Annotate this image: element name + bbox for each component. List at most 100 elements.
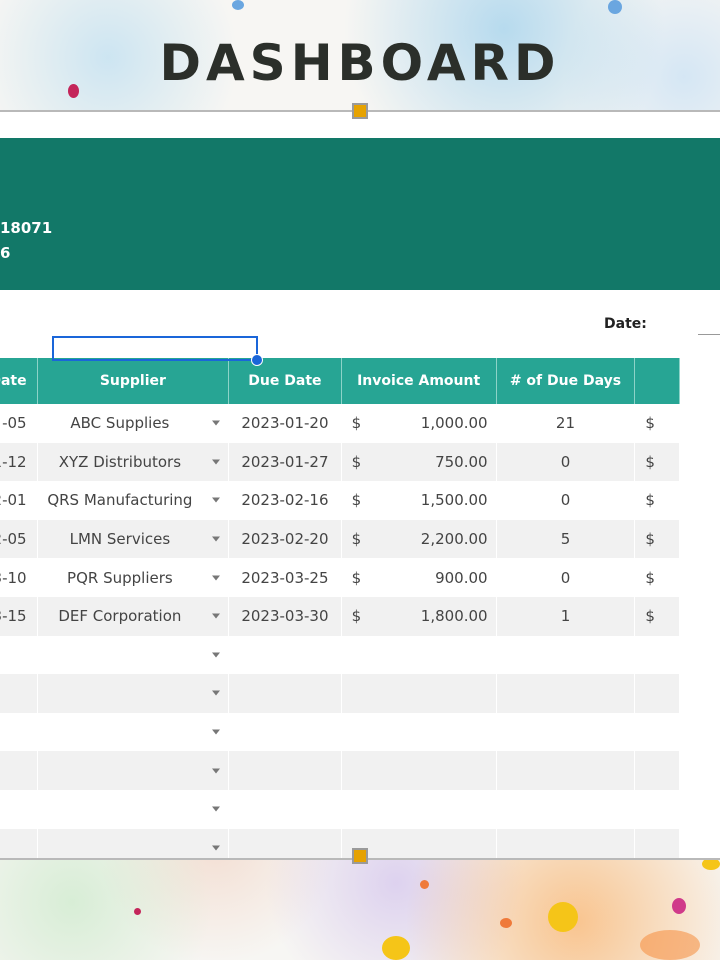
cell-supplier[interactable] — [37, 828, 230, 858]
cell-supplier[interactable] — [37, 635, 230, 675]
cell-date[interactable]: 2-01 — [0, 481, 38, 520]
cell-date[interactable] — [0, 674, 38, 713]
cell-due-days[interactable] — [496, 635, 636, 675]
column-header-supplier[interactable]: Supplier — [37, 358, 230, 404]
cell-due-days[interactable]: 21 — [496, 404, 636, 443]
spreadsheet-embed[interactable]: 18071 6 Date: Date Supplier Due Date Inv… — [0, 110, 720, 860]
cell-extra[interactable] — [634, 751, 680, 790]
selection-fill-handle[interactable] — [251, 354, 263, 366]
cell-due-date[interactable] — [228, 751, 342, 790]
cell-due-days[interactable]: 0 — [496, 558, 636, 597]
cell-extra[interactable] — [634, 635, 680, 675]
cell-extra[interactable]: $ — [634, 404, 680, 443]
chevron-down-icon[interactable] — [212, 613, 221, 619]
chevron-down-icon[interactable] — [212, 845, 221, 851]
cell-due-date[interactable]: 2023-01-20 — [228, 404, 342, 443]
cell-date-value: 1-12 — [0, 452, 27, 471]
column-header-invoice-amount[interactable]: Invoice Amount — [341, 358, 497, 404]
cell-supplier[interactable] — [37, 712, 230, 752]
cell-extra[interactable] — [634, 828, 680, 858]
paint-splat — [500, 918, 512, 928]
cell-extra[interactable]: $ — [634, 442, 680, 482]
cell-due-days[interactable]: 0 — [496, 442, 636, 482]
table-row: 1-12 XYZ Distributors 2023-01-27 $750.00 0 $ — [0, 442, 680, 482]
cell-invoice-amount[interactable] — [341, 789, 497, 829]
cell-due-date[interactable] — [228, 674, 342, 713]
cell-invoice-amount[interactable] — [341, 712, 497, 752]
cell-due-days[interactable] — [496, 751, 636, 790]
cell-due-date[interactable] — [228, 712, 342, 752]
chevron-down-icon[interactable] — [212, 806, 221, 812]
cell-due-days[interactable] — [496, 828, 636, 858]
cell-invoice-amount[interactable] — [341, 674, 497, 713]
cell-supplier[interactable] — [37, 789, 230, 829]
cell-supplier[interactable]: QRS Manufacturing — [37, 481, 230, 520]
cell-date[interactable] — [0, 789, 38, 829]
cell-supplier[interactable] — [37, 751, 230, 790]
cell-date[interactable] — [0, 751, 38, 790]
cell-due-days[interactable] — [496, 712, 636, 752]
currency-symbol: $ — [351, 452, 362, 471]
cell-invoice-amount[interactable] — [341, 751, 497, 790]
cell-extra[interactable] — [634, 674, 680, 713]
cell-date[interactable] — [0, 635, 38, 675]
cell-extra[interactable]: $ — [634, 558, 680, 597]
resize-handle-bottom[interactable] — [352, 848, 368, 864]
chevron-down-icon[interactable] — [212, 459, 221, 465]
cell-due-date[interactable] — [228, 828, 342, 858]
chevron-down-icon[interactable] — [212, 768, 221, 774]
chevron-down-icon[interactable] — [212, 729, 221, 735]
selected-cell[interactable] — [52, 336, 258, 361]
cell-invoice-amount[interactable]: $900.00 — [341, 558, 497, 597]
column-header-extra[interactable] — [634, 358, 680, 404]
cell-due-date[interactable] — [228, 635, 342, 675]
cell-date[interactable]: 1-12 — [0, 442, 38, 482]
cell-due-days[interactable]: 0 — [496, 481, 636, 520]
cell-invoice-amount[interactable]: $1,800.00 — [341, 596, 497, 636]
cell-due-date[interactable]: 2023-03-25 — [228, 558, 342, 597]
cell-date[interactable]: 2-05 — [0, 519, 38, 559]
cell-extra[interactable]: $ — [634, 519, 680, 559]
chevron-down-icon[interactable] — [212, 575, 221, 581]
cell-extra[interactable]: $ — [634, 481, 680, 520]
cell-supplier[interactable] — [37, 674, 230, 713]
cell-due-date[interactable] — [228, 789, 342, 829]
cell-invoice-amount[interactable] — [341, 635, 497, 675]
resize-handle-top[interactable] — [352, 103, 368, 119]
cell-due-days[interactable] — [496, 674, 636, 713]
cell-supplier[interactable]: DEF Corporation — [37, 596, 230, 636]
column-header-due-days[interactable]: # of Due Days — [496, 358, 636, 404]
column-header-date[interactable]: Date — [0, 358, 38, 404]
chevron-down-icon[interactable] — [212, 652, 221, 658]
cell-invoice-amount[interactable]: $2,200.00 — [341, 519, 497, 559]
cell-invoice-amount[interactable]: $1,000.00 — [341, 404, 497, 443]
cell-supplier[interactable]: PQR Suppliers — [37, 558, 230, 597]
cell-due-days[interactable]: 5 — [496, 519, 636, 559]
cell-due-days[interactable] — [496, 789, 636, 829]
cell-date[interactable] — [0, 712, 38, 752]
cell-due-date[interactable]: 2023-01-27 — [228, 442, 342, 482]
cell-due-date[interactable]: 2023-03-30 — [228, 596, 342, 636]
chevron-down-icon[interactable] — [212, 497, 221, 503]
cell-due-days[interactable]: 1 — [496, 596, 636, 636]
cell-extra[interactable] — [634, 712, 680, 752]
cell-invoice-amount[interactable]: $750.00 — [341, 442, 497, 482]
chevron-down-icon[interactable] — [212, 690, 221, 696]
cell-supplier[interactable]: LMN Services — [37, 519, 230, 559]
paint-splat — [232, 0, 244, 10]
cell-date[interactable]: 3-15 — [0, 596, 38, 636]
cell-due-date[interactable]: 2023-02-16 — [228, 481, 342, 520]
chevron-down-icon[interactable] — [212, 420, 221, 426]
cell-extra[interactable] — [634, 789, 680, 829]
cell-supplier[interactable]: ABC Supplies — [37, 404, 230, 443]
cell-extra[interactable]: $ — [634, 596, 680, 636]
cell-due-date[interactable]: 2023-02-20 — [228, 519, 342, 559]
cell-date[interactable] — [0, 828, 38, 858]
date-input[interactable] — [698, 334, 720, 335]
cell-date[interactable]: 3-10 — [0, 558, 38, 597]
cell-supplier[interactable]: XYZ Distributors — [37, 442, 230, 482]
chevron-down-icon[interactable] — [212, 536, 221, 542]
column-header-due-date[interactable]: Due Date — [228, 358, 342, 404]
cell-date[interactable]: -05 — [0, 404, 38, 443]
cell-invoice-amount[interactable]: $1,500.00 — [341, 481, 497, 520]
